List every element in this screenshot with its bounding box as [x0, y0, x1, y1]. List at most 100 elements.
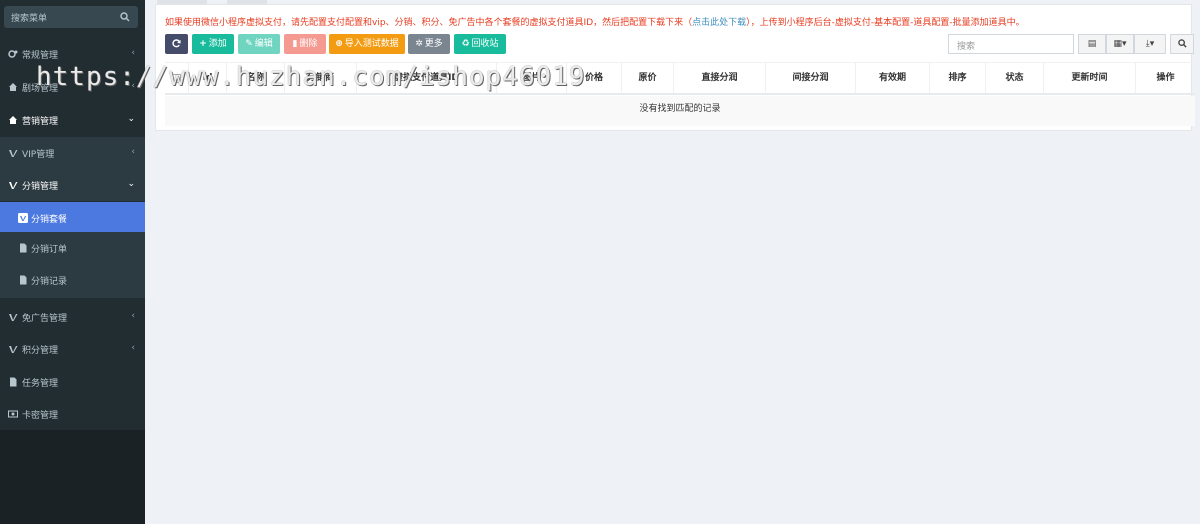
home-icon	[9, 116, 17, 124]
cog-icon: ✲	[415, 39, 423, 49]
table-search-placeholder: 搜索	[957, 42, 976, 52]
plus-circle-icon: ⊕	[335, 39, 343, 49]
vimeo-square-icon	[18, 213, 28, 223]
trash-icon: ▮	[292, 39, 298, 49]
advanced-search-button[interactable]	[1170, 34, 1194, 54]
notice-text-before: 如果使用微信小程序虚拟支付，请先配置支付配置和vip、分销、积分、免广告中各个套…	[165, 18, 693, 28]
file-icon	[20, 243, 27, 253]
sidebar-item-vip[interactable]: VIP管理 ‹	[0, 137, 145, 169]
content-panel: 如果使用微信小程序虚拟支付，请先配置支付配置和vip、分销、积分、免广告中各个套…	[155, 4, 1195, 131]
cogs-icon	[8, 50, 18, 58]
import-button-label: 导入测试数据	[344, 39, 399, 49]
pencil-icon: ✎	[245, 39, 253, 49]
more-button[interactable]: ✲ 更多	[408, 34, 450, 54]
chevron-left-icon: ‹	[131, 343, 135, 353]
refresh-button[interactable]	[165, 34, 188, 54]
column-header-updated-time[interactable]: 更新时间	[1044, 63, 1136, 94]
sidebar-item-distribution-package[interactable]: 分销套餐	[0, 202, 145, 232]
notice-text-after: ），上传到小程序后台-虚拟支付-基本配置-道具配置-批量添加道具中。	[746, 18, 1025, 28]
plus-icon: +	[199, 39, 207, 49]
column-header-status[interactable]: 状态	[986, 63, 1044, 94]
download-icon: ⤓▾	[1145, 39, 1155, 49]
toggle-view-button[interactable]: ▤	[1078, 34, 1106, 54]
column-header-price[interactable]: 价格	[567, 63, 622, 94]
select-all-checkbox[interactable]	[165, 63, 189, 94]
column-header-sort[interactable]: 排序	[930, 63, 986, 94]
edit-button-label: 编辑	[254, 39, 273, 49]
column-header-original-price[interactable]: 原价	[622, 63, 674, 94]
sidebar-item-ad-free[interactable]: 免广告管理 ‹	[0, 301, 145, 333]
column-header-distributor[interactable]: 分销商	[285, 63, 357, 94]
sidebar-item-label: 剧场管理	[22, 84, 59, 94]
table-header: Id 名称 分销商 虚拟支付道具ID 图片 价格 原价 直接分润 间接分润 有效…	[165, 62, 1195, 95]
sidebar-item-distribution-orders[interactable]: 分销订单	[0, 232, 145, 264]
recycle-button-label: 回收站	[471, 39, 499, 49]
delete-button[interactable]: ▮ 删除	[284, 34, 326, 54]
sidebar-item-label: 积分管理	[22, 346, 59, 356]
sidebar-item-label: 任务管理	[22, 379, 59, 389]
sidebar-item-label: 卡密管理	[22, 411, 59, 421]
sidebar-item-label: 营销管理	[22, 117, 59, 127]
search-icon[interactable]	[120, 12, 130, 22]
th-icon: ▦▾	[1113, 39, 1127, 49]
sidebar-item-marketing[interactable]: 营销管理 ⌄	[0, 104, 145, 136]
column-header-indirect-commission[interactable]: 间接分润	[766, 63, 856, 94]
delete-button-label: 删除	[299, 39, 318, 49]
sidebar-item-general[interactable]: 常规管理 ‹	[0, 38, 145, 70]
chevron-down-icon: ⌄	[127, 114, 135, 124]
money-icon	[8, 410, 18, 418]
sidebar-item-tasks[interactable]: 任务管理	[0, 366, 145, 398]
sidebar-item-label: 分销管理	[22, 182, 59, 192]
table-icon: ▤	[1087, 39, 1097, 49]
table-search-input[interactable]: 搜索	[948, 34, 1074, 54]
import-test-data-button[interactable]: ⊕ 导入测试数据	[329, 34, 405, 54]
recycle-bin-button[interactable]: ♻ 回收站	[454, 34, 506, 54]
sidebar-item-label: 分销订单	[31, 245, 68, 255]
recycle-icon: ♻	[461, 39, 470, 49]
sidebar-footer	[0, 430, 145, 524]
sidebar-item-distribution[interactable]: 分销管理 ⌄	[0, 169, 145, 201]
chevron-left-icon: ‹	[131, 48, 135, 58]
column-header-id[interactable]: Id	[189, 63, 227, 94]
file-icon	[10, 377, 17, 387]
export-button[interactable]: ⤓▾	[1134, 34, 1166, 54]
download-link[interactable]: 点击此处下载	[692, 18, 746, 28]
chevron-left-icon: ‹	[131, 311, 135, 321]
column-header-image[interactable]: 图片	[497, 63, 567, 94]
sidebar-item-card-keys[interactable]: 卡密管理	[0, 398, 145, 430]
chevron-left-icon: ‹	[131, 147, 135, 157]
notice-text: 如果使用微信小程序虚拟支付，请先配置支付配置和vip、分销、积分、免广告中各个套…	[165, 15, 1025, 28]
add-button[interactable]: + 添加	[192, 34, 234, 54]
sidebar-item-label: 分销记录	[31, 277, 68, 287]
sidebar-item-points[interactable]: 积分管理 ‹	[0, 333, 145, 365]
sidebar-item-label: 分销套餐	[31, 215, 68, 225]
home-icon	[9, 83, 17, 91]
column-header-name[interactable]: 名称	[227, 63, 285, 94]
column-header-direct-commission[interactable]: 直接分润	[674, 63, 766, 94]
column-header-validity[interactable]: 有效期	[856, 63, 930, 94]
column-header-actions: 操作	[1156, 73, 1175, 83]
refresh-icon	[172, 39, 181, 48]
vimeo-icon	[9, 346, 18, 353]
chevron-left-icon: ‹	[131, 81, 135, 91]
add-button-label: 添加	[208, 39, 227, 49]
empty-table-message: 没有找到匹配的记录	[165, 96, 1195, 126]
sidebar-item-label: VIP管理	[22, 150, 55, 160]
sidebar: 搜索菜单 常规管理 ‹ 剧场管理 ‹ 营销管理 ⌄ VIP管理 ‹ 分销管理 ⌄…	[0, 0, 145, 524]
file-icon	[20, 275, 27, 285]
sidebar-search-placeholder: 搜索菜单	[11, 14, 48, 24]
vimeo-icon	[9, 150, 18, 157]
sidebar-item-label: 免广告管理	[22, 314, 68, 324]
columns-button[interactable]: ▦▾	[1106, 34, 1134, 54]
search-icon	[1177, 39, 1187, 48]
main-content: 如果使用微信小程序虚拟支付，请先配置支付配置和vip、分销、积分、免广告中各个套…	[145, 0, 1200, 524]
vimeo-icon	[9, 314, 18, 321]
chevron-down-icon: ⌄	[127, 179, 135, 189]
sidebar-search-input[interactable]: 搜索菜单	[4, 6, 138, 28]
edit-button[interactable]: ✎ 编辑	[238, 34, 280, 54]
column-header-virtual-item-id[interactable]: 虚拟支付道具ID	[357, 63, 497, 94]
vimeo-icon	[9, 182, 18, 189]
sidebar-item-label: 常规管理	[22, 51, 59, 61]
sidebar-item-distribution-records[interactable]: 分销记录	[0, 264, 145, 298]
sidebar-item-theater[interactable]: 剧场管理 ‹	[0, 71, 145, 103]
